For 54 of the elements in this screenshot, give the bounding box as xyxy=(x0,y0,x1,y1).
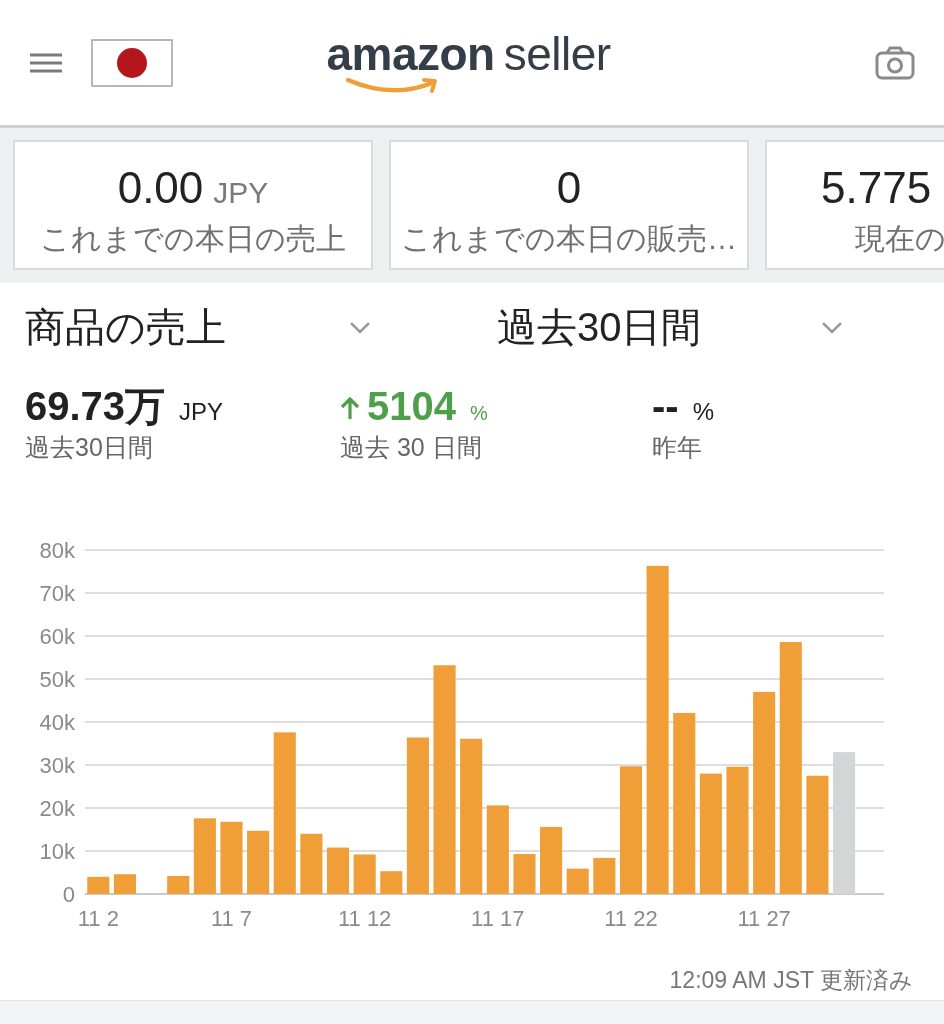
chevron-icon xyxy=(349,320,371,334)
chart-bar xyxy=(380,871,403,894)
axis-label: 50k xyxy=(39,666,75,692)
chart-bar xyxy=(247,830,270,894)
logo-brand: amazon xyxy=(326,30,495,77)
axis-label: 30k xyxy=(39,752,75,778)
logo-product: seller xyxy=(503,30,611,77)
camera-icon[interactable] xyxy=(875,45,915,80)
card-value: 5.775 xyxy=(821,162,932,214)
stat-caption: 昨年 xyxy=(652,432,702,462)
arrow-up-icon xyxy=(340,396,360,420)
axis-label: 11 22 xyxy=(604,906,658,931)
stat-value: -- xyxy=(652,386,679,426)
axis-label: 11 2 xyxy=(77,906,119,931)
card-label: これまでの本日の販売… xyxy=(401,221,737,257)
axis-label: 80k xyxy=(39,537,75,563)
axis-label: 11 27 xyxy=(737,906,791,931)
chart-bar xyxy=(540,826,563,894)
dropdown[interactable]: 過去30日間 xyxy=(472,299,944,355)
chart-bar xyxy=(326,847,350,894)
axis-label: 10k xyxy=(39,838,75,864)
chart-bar xyxy=(593,857,616,894)
chart-bar xyxy=(167,875,190,894)
stat-caption: 過去 30 日間 xyxy=(340,432,482,462)
card-value: 0 xyxy=(556,162,582,214)
axis-label: 70k xyxy=(39,580,75,606)
axis-label: 11 12 xyxy=(337,906,392,931)
chart-bar xyxy=(113,874,136,894)
card-value: 0.00 xyxy=(117,162,204,214)
stat-unit: % xyxy=(470,402,488,425)
stat-value: 5104 xyxy=(367,386,456,426)
axis-label: 11 17 xyxy=(471,906,525,931)
stat-caption: 過去30日間 xyxy=(25,432,153,462)
dropdown[interactable]: 商品の売上 xyxy=(0,299,472,355)
stat-unit: JPY xyxy=(179,398,224,426)
currency-unit: JPY xyxy=(213,175,269,211)
axis-label: 20k xyxy=(39,795,75,821)
stat-value: 69.73万 xyxy=(25,386,166,426)
card-label: 現在の xyxy=(855,221,944,257)
card-label: これまでの本日の売上 xyxy=(40,221,346,257)
chevron-icon xyxy=(821,320,843,334)
axis-label: 0 xyxy=(62,881,75,907)
chart-bar xyxy=(353,854,376,894)
menu-icon[interactable] xyxy=(30,52,62,73)
stat-unit: % xyxy=(692,398,714,426)
axis-label: 60k xyxy=(39,623,75,649)
chart-bar xyxy=(300,833,323,894)
flag-icon[interactable] xyxy=(91,38,173,87)
axis-label: 11 7 xyxy=(210,906,253,931)
chart-bar xyxy=(87,876,110,894)
chart-bar xyxy=(513,854,536,894)
axis-label: 40k xyxy=(39,709,75,735)
last-updated: 12:09 AM JST 更新済み xyxy=(669,966,913,995)
chart-bar xyxy=(566,868,589,894)
